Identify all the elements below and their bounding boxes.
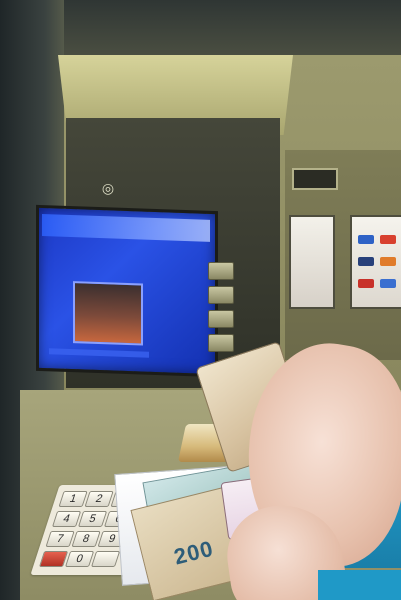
card-network-icon (380, 257, 396, 266)
card-network-icon (380, 235, 396, 244)
screen-image (73, 281, 143, 346)
keypad-key[interactable] (90, 551, 121, 567)
atm-logo-icon: ◎ (101, 180, 115, 196)
screen-side-button-3[interactable] (208, 310, 234, 328)
keypad-key[interactable]: 8 (71, 531, 101, 547)
keypad-key[interactable]: 2 (84, 491, 114, 507)
screen-footer-line (49, 348, 149, 358)
blue-sleeve-bottom (318, 570, 401, 600)
screen-side-button-2[interactable] (208, 286, 234, 304)
card-network-icon (358, 235, 374, 244)
keypad-key[interactable]: 4 (51, 511, 82, 527)
atm-screen[interactable] (36, 204, 218, 378)
screen-side-button-1[interactable] (208, 262, 234, 280)
screen-header-band (42, 214, 210, 242)
info-sticker (289, 215, 335, 309)
keypad-key[interactable]: 7 (45, 531, 75, 547)
card-network-icon (358, 257, 374, 266)
receipt-slot (292, 168, 338, 190)
keypad-key[interactable]: 5 (77, 511, 108, 527)
keypad-key[interactable]: 1 (58, 491, 88, 507)
screen-side-button-4[interactable] (208, 334, 234, 352)
keypad-key[interactable]: 0 (64, 551, 95, 567)
keypad-cancel-key[interactable] (38, 551, 69, 567)
card-network-icon (358, 279, 374, 288)
card-logos-sticker (350, 215, 401, 309)
atm-photo-scene: ◎ 1 2 3 4 5 6 7 8 9 0 200 (0, 0, 401, 600)
card-network-icon (380, 279, 396, 288)
